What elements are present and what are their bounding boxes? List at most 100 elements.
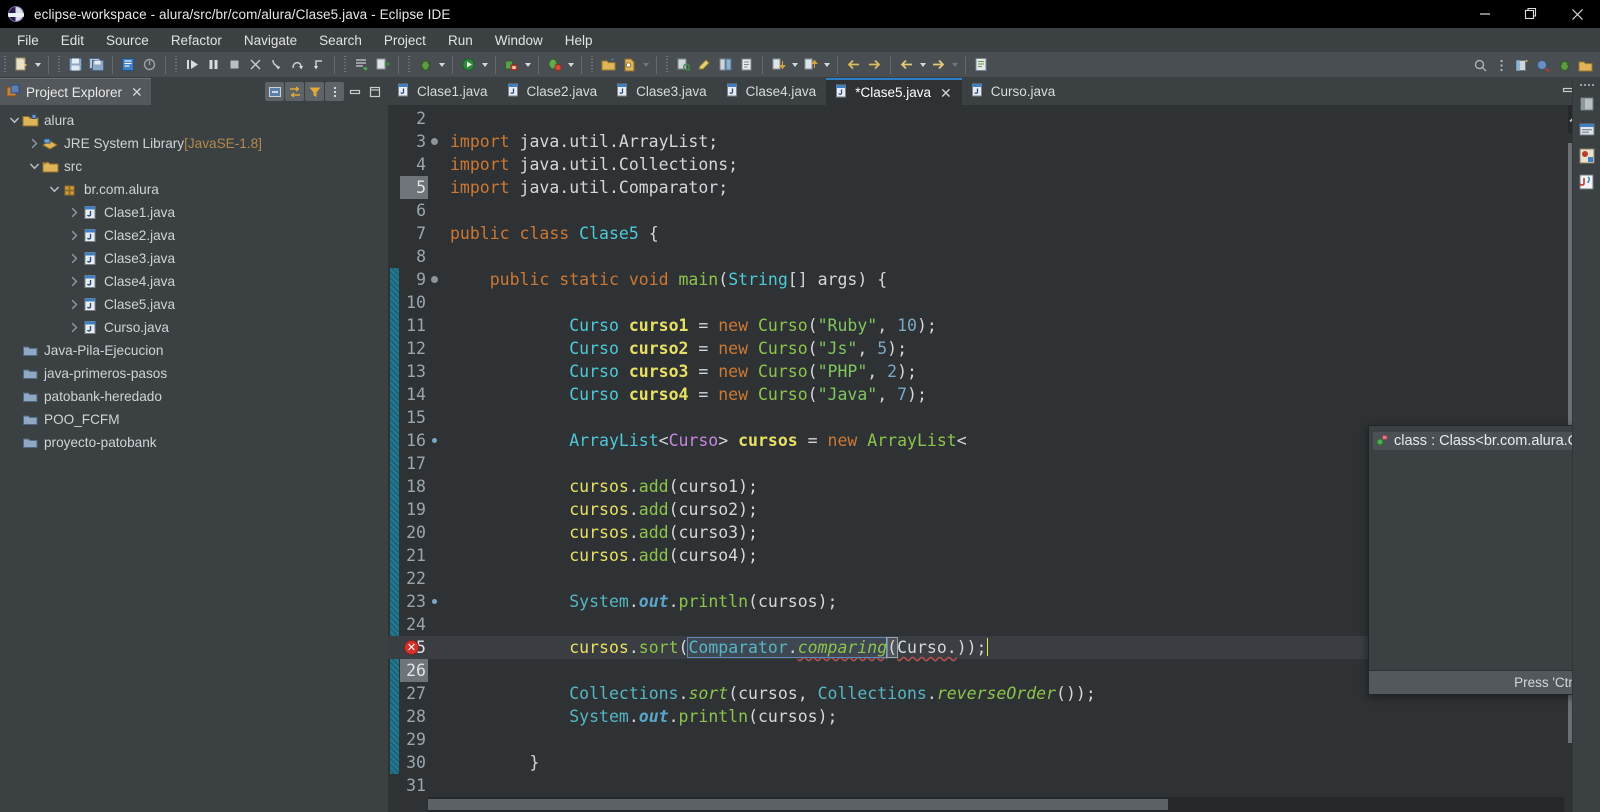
tree-item-proyecto-patobank[interactable]: proyecto-patobank	[0, 431, 388, 454]
code-line-28[interactable]: 28 System.out.println(cursos);	[388, 705, 1600, 728]
tree-item-jre-system-library[interactable]: JRE System Library [JavaSE-1.8]	[0, 132, 388, 155]
tree-item-java-pila-ejecucion[interactable]: Java-Pila-Ejecucion	[0, 339, 388, 362]
prev-edit-icon[interactable]	[897, 55, 916, 75]
debug-icon[interactable]	[416, 55, 435, 75]
run-last-tool-dropdown[interactable]	[522, 55, 533, 75]
view-filter-icon[interactable]	[305, 82, 324, 101]
chevron-right-icon[interactable]	[66, 228, 82, 244]
menu-run[interactable]: Run	[437, 31, 484, 50]
line-marker-area[interactable]	[428, 153, 440, 176]
line-marker-area[interactable]	[428, 314, 440, 337]
line-marker-area[interactable]	[428, 659, 440, 682]
chevron-down-icon[interactable]	[6, 113, 22, 129]
line-marker-area[interactable]: ✕	[404, 636, 440, 659]
error-marker-icon[interactable]: ✕	[404, 640, 419, 655]
java-perspective-icon-side[interactable]	[1576, 120, 1598, 142]
fold-marker-icon[interactable]	[431, 276, 438, 283]
new-class-dropdown[interactable]	[640, 55, 651, 75]
tree-item-clase3-java[interactable]: Clase3.java	[0, 247, 388, 270]
close-button[interactable]	[1554, 0, 1600, 28]
tree-item-clase4-java[interactable]: Clase4.java	[0, 270, 388, 293]
toggle-ruler-icon[interactable]	[716, 55, 735, 75]
chevron-right-icon[interactable]	[66, 251, 82, 267]
java-browsing-perspective-icon[interactable]	[1576, 55, 1595, 75]
toolbar-grip-3[interactable]	[174, 55, 180, 74]
project-explorer-tab-close[interactable]: ✕	[131, 85, 143, 99]
menu-edit[interactable]: Edit	[50, 31, 95, 50]
collapse-all-icon[interactable]	[265, 82, 284, 101]
minimize-view-icon[interactable]	[345, 82, 364, 101]
line-marker-area[interactable]	[428, 383, 440, 406]
resume-icon[interactable]	[183, 55, 202, 75]
menu-project[interactable]: Project	[373, 31, 437, 50]
tree-item-curso-java[interactable]: Curso.java	[0, 316, 388, 339]
step-return-icon[interactable]	[309, 55, 328, 75]
open-perspective-icon-side[interactable]	[1576, 94, 1598, 116]
code-line-5[interactable]: 5 import java.util.Comparator;	[388, 176, 1600, 199]
line-marker-area[interactable]	[428, 107, 440, 130]
debug-perspective-icon-side[interactable]	[1576, 146, 1598, 168]
chevron-right-icon[interactable]	[66, 297, 82, 313]
coverage-dropdown[interactable]	[565, 55, 576, 75]
editor-tab-clase2java[interactable]: Clase2.java	[497, 78, 608, 105]
toolbar-grip[interactable]	[3, 55, 9, 74]
code-line-2[interactable]: 2	[388, 107, 1600, 130]
chevron-down-icon[interactable]	[46, 182, 62, 198]
line-marker-area[interactable]	[428, 429, 440, 452]
line-marker-area[interactable]	[428, 130, 440, 153]
previous-annotation-dropdown[interactable]	[821, 55, 832, 75]
open-type-icon[interactable]	[352, 55, 371, 75]
previous-annotation-icon[interactable]	[801, 55, 820, 75]
code-line-13[interactable]: 13 Curso curso3 = new Curso("PHP", 2);	[388, 360, 1600, 383]
line-marker-area[interactable]	[428, 498, 440, 521]
code-line-8[interactable]: 8	[388, 245, 1600, 268]
line-marker-area[interactable]	[428, 774, 440, 797]
tree-item-clase2-java[interactable]: Clase2.java	[0, 224, 388, 247]
editor-horizontal-scrollbar[interactable]	[428, 797, 1564, 812]
run-dropdown[interactable]	[479, 55, 490, 75]
content-assist-list[interactable]: class : Class<br.com.alura.Curso>	[1369, 426, 1600, 670]
project-explorer-tab[interactable]: Project Explorer ✕	[0, 78, 151, 105]
suspend-icon[interactable]	[204, 55, 223, 75]
disconnect-icon[interactable]	[246, 55, 265, 75]
tree-item-src[interactable]: src	[0, 155, 388, 178]
menu-window[interactable]: Window	[484, 31, 554, 50]
code-line-30[interactable]: 30 }	[388, 751, 1600, 774]
link-icon[interactable]	[737, 55, 756, 75]
maximize-view-icon[interactable]	[365, 82, 384, 101]
breakpoint-marker-icon[interactable]	[432, 438, 437, 443]
line-marker-area[interactable]	[428, 199, 440, 222]
java-browsing-perspective-icon-side[interactable]	[1576, 172, 1598, 194]
code-line-4[interactable]: 4 import java.util.Collections;	[388, 153, 1600, 176]
toolbar-grip-2[interactable]	[57, 55, 63, 74]
code-line-29[interactable]: 29	[388, 728, 1600, 751]
new-wizard-dropdown[interactable]	[32, 55, 43, 75]
content-assist-popup[interactable]: class : Class<br.com.alura.Curso> Press …	[1368, 425, 1600, 695]
open-perspective-icon[interactable]	[1513, 55, 1532, 75]
code-line-12[interactable]: 12 Curso curso2 = new Curso("Js", 5);	[388, 337, 1600, 360]
horizontal-scroll-thumb[interactable]	[428, 799, 1168, 810]
next-edit-dropdown[interactable]	[949, 55, 960, 75]
new-java-project-icon[interactable]	[599, 55, 618, 75]
menu-help[interactable]: Help	[554, 31, 604, 50]
line-marker-area[interactable]	[428, 728, 440, 751]
chevron-right-icon[interactable]	[26, 136, 42, 152]
step-over-icon[interactable]	[288, 55, 307, 75]
menu-refactor[interactable]: Refactor	[160, 31, 233, 50]
run-icon[interactable]	[459, 55, 478, 75]
next-annotation-icon[interactable]	[769, 55, 788, 75]
debug-perspective-icon[interactable]	[1555, 55, 1574, 75]
line-marker-area[interactable]	[428, 222, 440, 245]
line-marker-area[interactable]	[428, 751, 440, 774]
link-with-editor-icon[interactable]	[285, 82, 304, 101]
overflow-dots-icon[interactable]	[1576, 80, 1598, 90]
open-task-icon[interactable]	[695, 55, 714, 75]
next-annotation-dropdown[interactable]	[789, 55, 800, 75]
tree-item-java-primeros-pasos[interactable]: java-primeros-pasos	[0, 362, 388, 385]
breakpoint-marker-icon[interactable]	[432, 599, 437, 604]
chevron-right-icon[interactable]	[66, 274, 82, 290]
fold-marker-icon[interactable]	[431, 138, 438, 145]
quick-access-search-icon[interactable]	[1471, 55, 1490, 75]
print-icon[interactable]	[119, 55, 138, 75]
step-into-icon[interactable]	[267, 55, 286, 75]
